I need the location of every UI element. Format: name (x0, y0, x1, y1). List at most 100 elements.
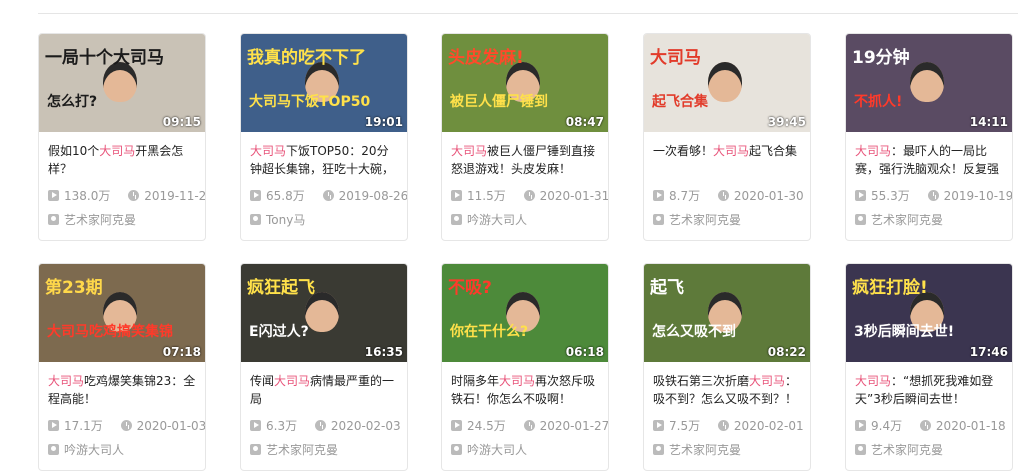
video-card[interactable]: 19分钟 不抓人! 14:11 大司马：最吓人的一局比赛，强行洗脑观众！反复强 … (845, 33, 1013, 241)
uploader[interactable]: 艺术家阿克曼 (644, 434, 810, 458)
title-prefix: 传闻 (250, 374, 275, 388)
video-card[interactable]: 一局十个大司马 怎么打? 09:15 假如10个大司马开黑会怎样？ 138.0万… (38, 33, 206, 241)
thumbnail-caption-bottom: 不抓人! (854, 94, 903, 110)
video-thumbnail[interactable]: 起飞 怎么又吸不到 08:22 (644, 264, 810, 362)
streamer-face (305, 292, 339, 332)
uploader-name: 艺术家阿克曼 (669, 213, 742, 227)
thumbnail-caption-top: 大司马 (650, 48, 701, 68)
view-count: 65.8万 (266, 189, 305, 203)
video-card[interactable]: 不吸? 你在干什么? 06:18 时隔多年大司马再次怒斥吸铁石！你怎么不吸啊！ … (441, 263, 609, 471)
video-thumbnail[interactable]: 一局十个大司马 怎么打? 09:15 (39, 34, 205, 132)
user-icon (451, 444, 462, 455)
video-stats: 24.5万 2020-01-27 (442, 408, 608, 434)
title-highlight: 大司马 (713, 144, 750, 158)
video-thumbnail[interactable]: 我真的吃不下了 大司马下饭TOP50 19:01 (241, 34, 407, 132)
uploader[interactable]: 艺术家阿克曼 (846, 434, 1012, 458)
video-thumbnail[interactable]: 第23期 大司马吃鸡搞笑集锦 07:18 (39, 264, 205, 362)
video-duration: 07:18 (162, 345, 201, 359)
play-count-icon (250, 190, 261, 201)
clock-icon (523, 420, 535, 431)
title-prefix: 一次看够！ (653, 144, 714, 158)
video-title[interactable]: 大司马吃鸡爆笑集锦23：全程高能！ (39, 362, 205, 408)
video-duration: 09:15 (162, 115, 201, 129)
video-thumbnail[interactable]: 疯狂起飞 E闪过人? 16:35 (241, 264, 407, 362)
video-thumbnail[interactable]: 不吸? 你在干什么? 06:18 (442, 264, 608, 362)
video-card[interactable]: 大司马 起飞合集 39:45 一次看够！大司马起飞合集 8.7万 2020-01… (643, 33, 811, 241)
video-title[interactable]: 一次看够！大司马起飞合集 (644, 132, 810, 178)
thumbnail-caption-top: 疯狂起飞 (247, 278, 315, 298)
title-highlight: 大司马 (855, 144, 892, 158)
video-card[interactable]: 疯狂起飞 E闪过人? 16:35 传闻大司马病情最严重的一局 6.3万 2020… (240, 263, 408, 471)
play-count-icon (48, 190, 59, 201)
video-stats: 55.3万 2019-10-19 (846, 178, 1012, 204)
video-stats: 9.4万 2020-01-18 (846, 408, 1012, 434)
video-thumbnail[interactable]: 大司马 起飞合集 39:45 (644, 34, 810, 132)
view-count: 6.3万 (266, 419, 298, 433)
view-count: 9.4万 (871, 419, 903, 433)
video-title[interactable]: 大司马：“想抓死我难如登天”3秒后瞬间去世！ (846, 362, 1012, 408)
user-icon (451, 214, 462, 225)
thumbnail-caption-top: 头皮发麻! (448, 48, 524, 68)
thumbnail-caption-bottom: 大司马下饭TOP50 (249, 94, 371, 110)
title-highlight: 大司马 (451, 144, 488, 158)
clock-icon (717, 190, 729, 201)
uploader[interactable]: 艺术家阿克曼 (39, 204, 205, 228)
user-icon (250, 214, 261, 225)
title-prefix: 吸铁石第三次折磨 (653, 374, 750, 388)
thumbnail-caption-bottom: 怎么又吸不到 (652, 324, 736, 340)
uploader[interactable]: Tony马 (241, 204, 407, 228)
video-thumbnail[interactable]: 头皮发麻! 被巨人僵尸锤到 08:47 (442, 34, 608, 132)
user-icon (855, 214, 866, 225)
video-title[interactable]: 大司马下饭TOP50：20分钟超长集锦，狂吃十大碗，自 (241, 132, 407, 178)
video-duration: 08:22 (767, 345, 806, 359)
video-title[interactable]: 假如10个大司马开黑会怎样？ (39, 132, 205, 178)
uploader[interactable]: 吟游大司人 (39, 434, 205, 458)
upload-date: 2019-10-19 (943, 189, 1013, 203)
uploader-name: 艺术家阿克曼 (266, 443, 339, 457)
video-title[interactable]: 大司马被巨人僵尸锤到直接怒退游戏！头皮发麻！ (442, 132, 608, 178)
video-title[interactable]: 时隔多年大司马再次怒斥吸铁石！你怎么不吸啊！ (442, 362, 608, 408)
video-duration: 14:11 (969, 115, 1008, 129)
play-count-icon (48, 420, 59, 431)
uploader[interactable]: 艺术家阿克曼 (241, 434, 407, 458)
thumbnail-caption-bottom: 你在干什么? (450, 324, 529, 340)
title-prefix: 时隔多年 (451, 374, 500, 388)
uploader[interactable]: 艺术家阿克曼 (644, 204, 810, 228)
video-thumbnail[interactable]: 疯狂打脸! 3秒后瞬间去世! 17:46 (846, 264, 1012, 362)
thumbnail-caption-bottom: 起飞合集 (652, 94, 708, 110)
play-count-icon (451, 190, 462, 201)
video-duration: 39:45 (767, 115, 806, 129)
video-thumbnail[interactable]: 19分钟 不抓人! 14:11 (846, 34, 1012, 132)
video-title[interactable]: 吸铁石第三次折磨大司马：吸不到？怎么又吸不到？！ (644, 362, 810, 408)
video-stats: 17.1万 2020-01-03 (39, 408, 205, 434)
thumbnail-caption-bottom: 大司马吃鸡搞笑集锦 (47, 324, 173, 340)
user-icon (653, 214, 664, 225)
thumbnail-caption-bottom: 怎么打? (47, 94, 98, 110)
uploader-name: Tony马 (266, 213, 306, 227)
clock-icon (314, 420, 326, 431)
video-stats: 138.0万 2019-11-27 (39, 178, 205, 204)
video-card[interactable]: 我真的吃不下了 大司马下饭TOP50 19:01 大司马下饭TOP50：20分钟… (240, 33, 408, 241)
video-title[interactable]: 大司马：最吓人的一局比赛，强行洗脑观众！反复强 (846, 132, 1012, 178)
video-stats: 6.3万 2020-02-03 (241, 408, 407, 434)
top-divider (38, 13, 1018, 14)
thumbnail-caption-top: 不吸? (448, 278, 492, 298)
uploader-name: 艺术家阿克曼 (871, 213, 944, 227)
clock-icon (919, 420, 931, 431)
video-card[interactable]: 头皮发麻! 被巨人僵尸锤到 08:47 大司马被巨人僵尸锤到直接怒退游戏！头皮发… (441, 33, 609, 241)
video-duration: 19:01 (364, 115, 403, 129)
thumbnail-caption-top: 第23期 (45, 278, 103, 298)
view-count: 8.7万 (669, 189, 701, 203)
clock-icon (523, 190, 535, 201)
video-card[interactable]: 起飞 怎么又吸不到 08:22 吸铁石第三次折磨大司马：吸不到？怎么又吸不到？！… (643, 263, 811, 471)
video-title[interactable]: 传闻大司马病情最严重的一局 (241, 362, 407, 408)
title-highlight: 大司马 (749, 374, 786, 388)
title-highlight: 大司马 (250, 144, 287, 158)
uploader[interactable]: 吟游大司人 (442, 434, 608, 458)
uploader[interactable]: 艺术家阿克曼 (846, 204, 1012, 228)
uploader[interactable]: 吟游大司人 (442, 204, 608, 228)
video-card[interactable]: 第23期 大司马吃鸡搞笑集锦 07:18 大司马吃鸡爆笑集锦23：全程高能！ 1… (38, 263, 206, 471)
video-stats: 8.7万 2020-01-30 (644, 178, 810, 204)
view-count: 24.5万 (467, 419, 506, 433)
video-card[interactable]: 疯狂打脸! 3秒后瞬间去世! 17:46 大司马：“想抓死我难如登天”3秒后瞬间… (845, 263, 1013, 471)
